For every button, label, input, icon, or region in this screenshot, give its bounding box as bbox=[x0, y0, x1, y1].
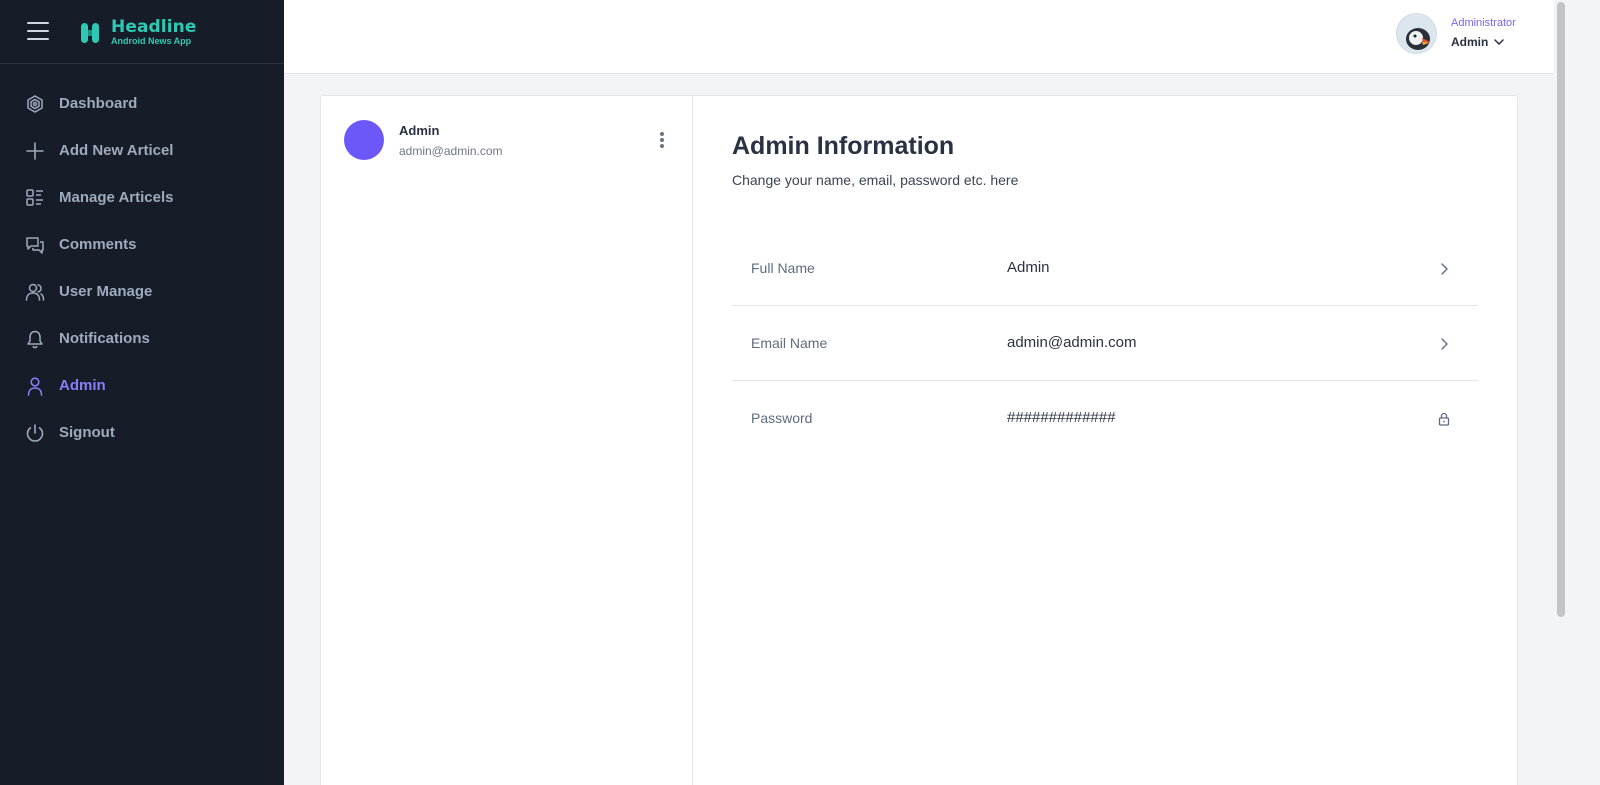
row-value: Admin bbox=[1007, 259, 1050, 276]
top-bar: Administrator Admin bbox=[284, 0, 1554, 74]
more-options-icon[interactable] bbox=[657, 132, 667, 150]
row-label: Password bbox=[751, 410, 813, 426]
sidebar-item-label: Admin bbox=[59, 377, 106, 394]
user-name-dropdown[interactable]: Admin bbox=[1451, 35, 1516, 49]
bell-icon bbox=[25, 329, 45, 349]
scrollbar-thumb[interactable] bbox=[1557, 2, 1565, 617]
page-subtitle: Change your name, email, password etc. h… bbox=[732, 172, 1019, 188]
row-value: admin@admin.com bbox=[1007, 334, 1137, 351]
sidebar-item-label: Add New Articel bbox=[59, 142, 174, 159]
users-icon bbox=[25, 282, 45, 302]
user-icon bbox=[25, 376, 45, 396]
sidebar-item-admin[interactable]: Admin bbox=[0, 362, 284, 409]
page-title: Admin Information bbox=[732, 132, 955, 160]
sidebar-item-label: Notifications bbox=[59, 330, 150, 347]
grid-list-icon bbox=[25, 188, 45, 208]
chevron-right-icon bbox=[1441, 338, 1448, 350]
page-scrollbar[interactable] bbox=[1554, 0, 1568, 785]
full-name-row[interactable]: Full Name Admin bbox=[732, 231, 1478, 306]
sidebar-item-comments[interactable]: Comments bbox=[0, 221, 284, 268]
sidebar-item-label: Manage Articels bbox=[59, 189, 174, 206]
row-label: Full Name bbox=[751, 260, 815, 276]
sidebar-item-label: Comments bbox=[59, 236, 137, 253]
row-label: Email Name bbox=[751, 335, 828, 351]
sidebar-item-notifications[interactable]: Notifications bbox=[0, 315, 284, 362]
avatar-image-icon bbox=[1397, 14, 1436, 53]
avatar[interactable] bbox=[1396, 13, 1437, 54]
profile-email: admin@admin.com bbox=[399, 144, 503, 158]
app-subtitle: Android News App bbox=[111, 36, 192, 46]
profile-name: Admin bbox=[399, 123, 440, 138]
sidebar: Headline Android News App Dashboard Add … bbox=[0, 0, 284, 785]
profile-panel: Admin admin@admin.com bbox=[321, 96, 693, 785]
info-panel: Admin Information Change your name, emai… bbox=[693, 96, 1517, 785]
info-list: Full Name Admin Email Name admin@admin.c… bbox=[732, 231, 1478, 456]
sidebar-item-user-manage[interactable]: User Manage bbox=[0, 268, 284, 315]
sidebar-item-add-new-articel[interactable]: Add New Articel bbox=[0, 127, 284, 174]
app-title: Headline bbox=[111, 17, 197, 37]
comments-icon bbox=[25, 235, 45, 255]
logo-icon bbox=[81, 22, 99, 43]
sidebar-item-dashboard[interactable]: Dashboard bbox=[0, 80, 284, 127]
user-role: Administrator bbox=[1451, 17, 1516, 29]
chevron-down-icon bbox=[1494, 39, 1505, 45]
sidebar-item-label: Signout bbox=[59, 424, 115, 441]
menu-toggle-icon[interactable] bbox=[27, 22, 49, 40]
app-logo[interactable]: Headline Android News App bbox=[80, 19, 197, 46]
password-row[interactable]: Password ############# bbox=[732, 381, 1478, 456]
sidebar-item-signout[interactable]: Signout bbox=[0, 409, 284, 456]
user-name: Admin bbox=[1451, 35, 1489, 49]
email-row[interactable]: Email Name admin@admin.com bbox=[732, 306, 1478, 381]
lock-icon bbox=[1438, 412, 1450, 426]
sidebar-item-manage-articels[interactable]: Manage Articels bbox=[0, 174, 284, 221]
power-icon bbox=[25, 423, 45, 443]
sidebar-item-label: User Manage bbox=[59, 283, 153, 300]
dashboard-icon bbox=[25, 94, 45, 114]
chevron-right-icon bbox=[1441, 263, 1448, 275]
sidebar-item-label: Dashboard bbox=[59, 95, 138, 112]
sidebar-nav: Dashboard Add New Articel Manage Articel… bbox=[0, 80, 284, 456]
row-value: ############# bbox=[1007, 409, 1116, 426]
sidebar-header: Headline Android News App bbox=[0, 0, 284, 64]
user-menu[interactable]: Administrator Admin bbox=[1451, 17, 1516, 49]
admin-card: Admin admin@admin.com Admin Information … bbox=[320, 95, 1518, 785]
plus-icon bbox=[25, 141, 45, 161]
profile-avatar bbox=[344, 120, 384, 160]
